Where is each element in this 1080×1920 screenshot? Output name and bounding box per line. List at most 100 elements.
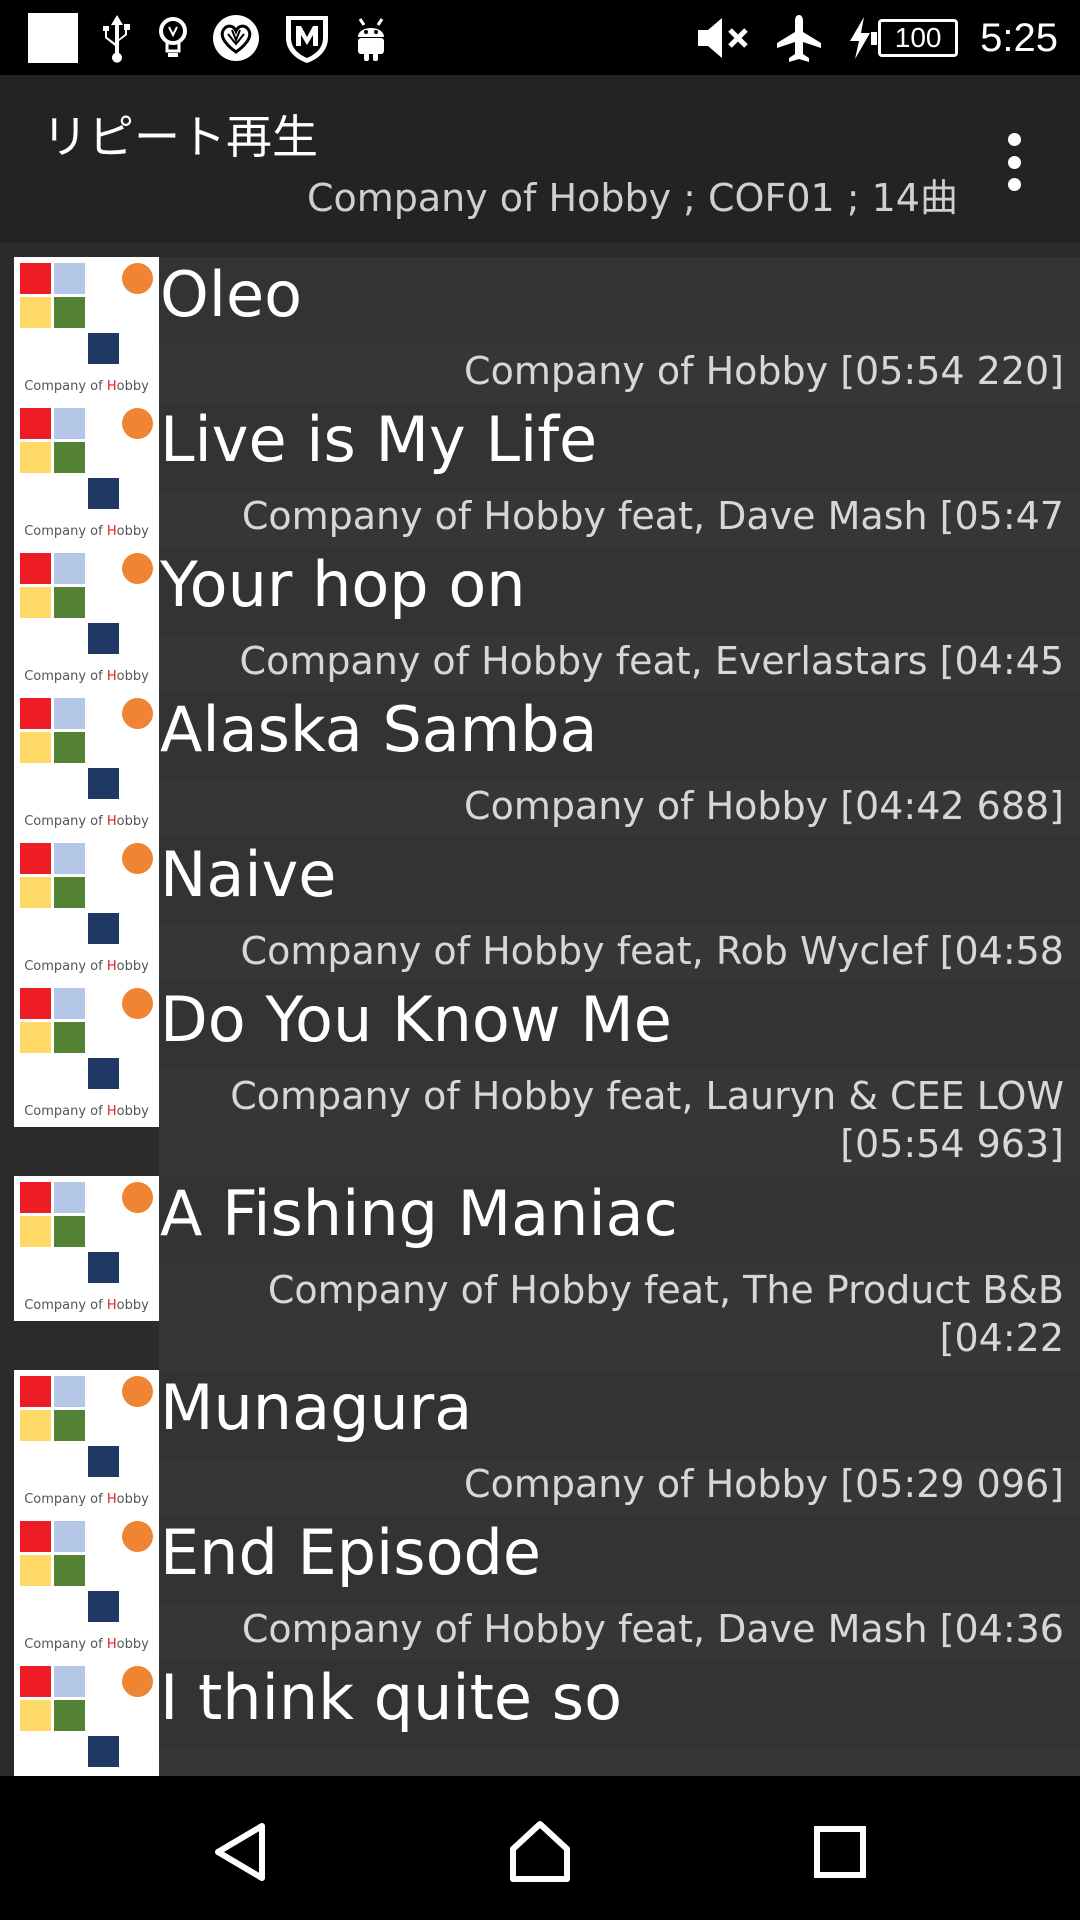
home-icon[interactable]: [500, 1812, 580, 1892]
album-art-circle: [122, 698, 153, 729]
album-art-circle: [122, 1666, 153, 1697]
album-art-square: [20, 1700, 51, 1731]
album-art: Company of Hobby: [14, 837, 159, 982]
album-art-square: [54, 988, 85, 1019]
album-art-square: [88, 1446, 119, 1477]
album-art-square: [54, 587, 85, 618]
battery-level: 100: [871, 19, 959, 57]
back-icon[interactable]: [200, 1812, 280, 1892]
album-art-caption: Company of Hobby: [24, 379, 149, 394]
song-list[interactable]: Company of Hobby Oleo Company of Hobby [05…: [0, 243, 1080, 1776]
album-art-square: [54, 698, 85, 729]
song-title: Live is My Life: [160, 403, 598, 476]
song-row[interactable]: Company of Hobby Alaska Samba Company of H…: [0, 692, 1080, 837]
song-row[interactable]: Company of Hobby Do You Know Me Company of…: [0, 982, 1080, 1176]
song-row[interactable]: Company of Hobby Naive Company of Hobby fe…: [0, 837, 1080, 1021]
album-art-square: [54, 1410, 85, 1441]
subtitle-band: [159, 1748, 1080, 1776]
album-art-square: [20, 408, 51, 439]
album-art-square: [20, 263, 51, 294]
song-row[interactable]: Company of Hobby End Episode Company of Ho…: [0, 1515, 1080, 1699]
album-art: Company of Hobby: [14, 547, 159, 692]
album-art-square: [54, 1376, 85, 1407]
album-art-square: [20, 1521, 51, 1552]
album-art-square: [20, 1022, 51, 1053]
page-title: リピート再生: [42, 110, 318, 164]
album-art-square: [88, 1591, 119, 1622]
status-bar-notifications: [28, 12, 388, 64]
album-art: Company of Hobby: [14, 982, 159, 1127]
action-bar: リピート再生 Company of Hobby ; COF01 ; 14曲: [0, 75, 1080, 243]
album-art-square: [54, 297, 85, 328]
album-art-square: [54, 1555, 85, 1586]
heart-app-icon: [212, 14, 260, 62]
album-art-square: [54, 877, 85, 908]
more-vert-icon[interactable]: [996, 133, 1032, 191]
song-title: A Fishing Maniac: [160, 1177, 678, 1250]
song-title: End Episode: [160, 1516, 542, 1589]
album-art-square: [88, 623, 119, 654]
song-subtitle: Company of Hobby [04:42 688]: [159, 782, 1064, 830]
song-subtitle-line1: Company of Hobby [04:42 688]: [464, 784, 1064, 828]
album-art-square: [54, 1022, 85, 1053]
song-subtitle: Company of Hobby [05:54 220]: [159, 347, 1064, 395]
album-art-caption: Company of Hobby: [24, 524, 149, 539]
album-art-square: [88, 768, 119, 799]
album-art: Company of Hobby: [14, 1660, 159, 1776]
song-title: Oleo: [160, 258, 303, 331]
album-art: Company of Hobby: [14, 692, 159, 837]
status-bar: 100 5:25: [0, 0, 1080, 75]
song-title: I think quite so: [160, 1661, 623, 1734]
album-art: Company of Hobby: [14, 1515, 159, 1660]
album-art: Company of Hobby: [14, 1370, 159, 1515]
album-art-caption: Company of Hobby: [24, 1104, 149, 1119]
album-art-square: [54, 1666, 85, 1697]
song-subtitle-line1: Company of Hobby [05:54 220]: [464, 349, 1064, 393]
song-row[interactable]: Company of Hobby Munagura Company of Hobby…: [0, 1370, 1080, 1515]
album-art-square: [20, 1410, 51, 1441]
album-art: Company of Hobby: [14, 1176, 159, 1321]
album-art: Company of Hobby: [14, 402, 159, 547]
lightbulb-icon: [156, 13, 190, 63]
page-subtitle: Company of Hobby ; COF01 ; 14曲: [306, 176, 958, 220]
album-art-square: [20, 1182, 51, 1213]
song-row[interactable]: Company of Hobby Live is My Life Company o…: [0, 402, 1080, 586]
album-art-square: [20, 877, 51, 908]
album-art-square: [88, 333, 119, 364]
album-art-circle: [122, 1376, 153, 1407]
song-subtitle-line1: Company of Hobby feat, Lauryn & CEE LOW: [230, 1074, 1064, 1118]
navigation-bar: [0, 1776, 1080, 1920]
album-art-square: [54, 263, 85, 294]
album-art-square: [20, 1555, 51, 1586]
song-row[interactable]: Company of Hobby A Fishing Maniac Company …: [0, 1176, 1080, 1408]
album-art-square: [88, 1252, 119, 1283]
album-art-square: [54, 442, 85, 473]
album-art-square: [88, 1736, 119, 1767]
song-title: Alaska Samba: [160, 693, 598, 766]
album-art-circle: [122, 988, 153, 1019]
album-art-circle: [122, 263, 153, 294]
song-subtitle-line1: Company of Hobby feat, The Product B&B […: [267, 1268, 1064, 1360]
album-art-circle: [122, 553, 153, 584]
recents-icon[interactable]: [800, 1812, 880, 1892]
album-art-square: [20, 442, 51, 473]
song-row[interactable]: Company of Hobby Your hop on Company of Ho…: [0, 547, 1080, 731]
album-art-square: [20, 698, 51, 729]
usb-icon: [100, 13, 134, 63]
android-icon: [354, 13, 388, 63]
battery-indicator: 100: [846, 15, 959, 61]
album-art-caption: Company of Hobby: [24, 1298, 149, 1313]
album-art-square: [88, 478, 119, 509]
song-row[interactable]: Company of Hobby Oleo Company of Hobby [05…: [0, 257, 1080, 402]
album-art-square: [20, 988, 51, 1019]
shield-m-icon: [282, 12, 332, 64]
album-art-square: [20, 732, 51, 763]
song-title: Do You Know Me: [160, 983, 672, 1056]
album-art-square: [20, 1376, 51, 1407]
album-art-caption: Company of Hobby: [24, 1637, 149, 1652]
album-art-square: [54, 408, 85, 439]
song-row[interactable]: Company of HobbyI think quite so: [0, 1660, 1080, 1776]
album-art-square: [20, 843, 51, 874]
album-art: Company of Hobby: [14, 257, 159, 402]
song-subtitle-line1: Company of Hobby [05:29 096]: [464, 1462, 1064, 1506]
